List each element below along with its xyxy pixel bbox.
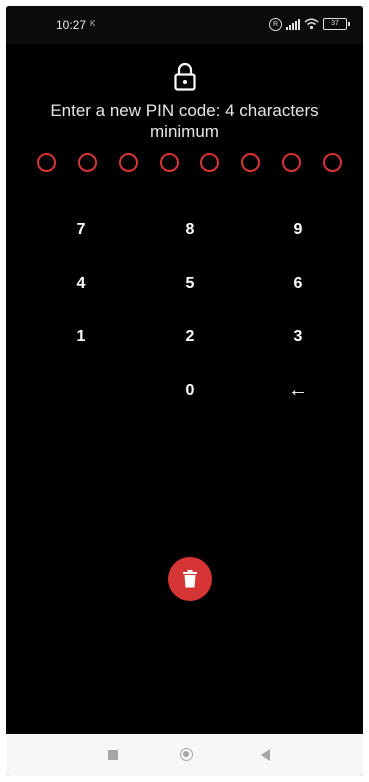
pin-indicator <box>6 153 363 175</box>
key-4[interactable]: 4 <box>51 264 111 304</box>
pin-dot <box>282 153 301 172</box>
key-7[interactable]: 7 <box>51 210 111 250</box>
key-3[interactable]: 3 <box>268 317 328 357</box>
pin-prompt-title: Enter a new PIN code: 4 characters minim… <box>50 101 319 141</box>
status-bar: 10:27 K R 37 <box>6 6 363 44</box>
battery-icon: 37 <box>323 18 350 30</box>
wifi-icon <box>304 18 319 30</box>
back-icon[interactable] <box>261 749 270 761</box>
trash-icon <box>183 570 197 588</box>
backspace-key[interactable]: ← <box>268 370 328 410</box>
pin-dot <box>200 153 219 172</box>
pin-dot <box>160 153 179 172</box>
pin-dot <box>323 153 342 172</box>
signal-icon <box>286 18 300 30</box>
key-6[interactable]: 6 <box>268 264 328 304</box>
key-1[interactable]: 1 <box>51 317 111 357</box>
registered-icon: R <box>269 17 282 31</box>
app-screen: 10:27 K R 37 Enter a new PIN code: 4 cha… <box>6 6 363 776</box>
pin-dot <box>37 153 56 172</box>
key-9[interactable]: 9 <box>268 210 328 250</box>
key-8[interactable]: 8 <box>160 210 220 250</box>
key-2[interactable]: 2 <box>160 317 220 357</box>
pin-dot <box>78 153 97 172</box>
lock-icon <box>174 62 196 91</box>
system-nav-bar <box>6 734 363 776</box>
status-time: 10:27 <box>56 18 87 32</box>
key-0[interactable]: 0 <box>160 371 220 411</box>
notification-icon: K <box>90 19 96 28</box>
status-icons: R 37 <box>269 16 350 32</box>
pin-dot <box>241 153 260 172</box>
recents-icon[interactable] <box>108 750 118 760</box>
delete-button[interactable] <box>168 557 212 601</box>
home-icon[interactable] <box>180 748 193 761</box>
pin-dot <box>119 153 138 172</box>
key-5[interactable]: 5 <box>160 264 220 304</box>
